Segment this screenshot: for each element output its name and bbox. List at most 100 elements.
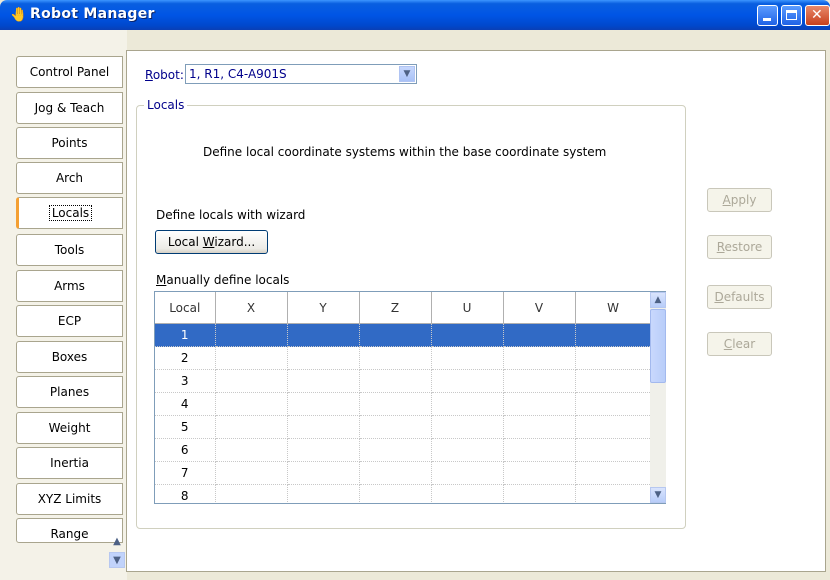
cell-x[interactable] <box>215 438 288 462</box>
tab-scroll-down-button[interactable]: ▼ <box>109 552 125 568</box>
row-local-number[interactable]: 2 <box>155 346 216 370</box>
tab-scroll-up-button[interactable]: ▲ <box>109 534 125 550</box>
cell-z[interactable] <box>359 369 432 393</box>
tab-ecp[interactable]: ECP <box>16 305 123 337</box>
cell-y[interactable] <box>287 484 360 503</box>
cell-w[interactable] <box>575 415 652 439</box>
tab-weight[interactable]: Weight <box>16 412 123 444</box>
column-header-y[interactable]: Y <box>287 292 360 324</box>
robot-select[interactable]: 1, R1, C4-A901S ▼ <box>185 64 417 84</box>
tab-arms[interactable]: Arms <box>16 270 123 302</box>
row-local-number[interactable]: 7 <box>155 461 216 485</box>
row-local-number[interactable]: 5 <box>155 415 216 439</box>
cell-u[interactable] <box>431 346 504 370</box>
cell-z[interactable] <box>359 484 432 503</box>
maximize-button[interactable] <box>781 5 802 26</box>
cell-v[interactable] <box>503 369 576 393</box>
scroll-up-icon[interactable]: ▲ <box>650 292 666 308</box>
table-row[interactable]: 2 <box>155 346 652 370</box>
tab-arch[interactable]: Arch <box>16 162 123 194</box>
cell-x[interactable] <box>215 484 288 503</box>
cell-z[interactable] <box>359 415 432 439</box>
column-header-z[interactable]: Z <box>359 292 432 324</box>
cell-u[interactable] <box>431 323 504 347</box>
cell-w[interactable] <box>575 484 652 503</box>
tab-range[interactable]: Range <box>16 518 123 543</box>
cell-w[interactable] <box>575 346 652 370</box>
cell-y[interactable] <box>287 438 360 462</box>
tab-points[interactable]: Points <box>16 127 123 159</box>
tab-tools[interactable]: Tools <box>16 234 123 266</box>
cell-y[interactable] <box>287 392 360 416</box>
cell-z[interactable] <box>359 461 432 485</box>
cell-z[interactable] <box>359 323 432 347</box>
cell-y[interactable] <box>287 461 360 485</box>
cell-v[interactable] <box>503 346 576 370</box>
local-wizard-button[interactable]: Local Wizard... <box>155 230 268 254</box>
tab-boxes[interactable]: Boxes <box>16 341 123 373</box>
cell-w[interactable] <box>575 438 652 462</box>
apply-button[interactable]: Apply <box>707 188 772 212</box>
cell-u[interactable] <box>431 415 504 439</box>
tab-jog-teach[interactable]: Jog & Teach <box>16 92 123 124</box>
cell-w[interactable] <box>575 369 652 393</box>
cell-v[interactable] <box>503 484 576 503</box>
cell-v[interactable] <box>503 438 576 462</box>
tab-control-panel[interactable]: Control Panel <box>16 56 123 88</box>
cell-x[interactable] <box>215 346 288 370</box>
cell-y[interactable] <box>287 323 360 347</box>
clear-button[interactable]: Clear <box>707 332 772 356</box>
cell-y[interactable] <box>287 346 360 370</box>
cell-x[interactable] <box>215 369 288 393</box>
table-row[interactable]: 8 <box>155 484 652 503</box>
defaults-button[interactable]: Defaults <box>707 285 772 309</box>
chevron-down-icon[interactable]: ▼ <box>399 66 415 82</box>
cell-x[interactable] <box>215 392 288 416</box>
table-row[interactable]: 4 <box>155 392 652 416</box>
cell-z[interactable] <box>359 438 432 462</box>
cell-z[interactable] <box>359 346 432 370</box>
cell-v[interactable] <box>503 461 576 485</box>
column-header-local[interactable]: Local <box>155 292 216 324</box>
row-local-number[interactable]: 3 <box>155 369 216 393</box>
table-row[interactable]: 3 <box>155 369 652 393</box>
cell-u[interactable] <box>431 461 504 485</box>
cell-x[interactable] <box>215 415 288 439</box>
tab-inertia[interactable]: Inertia <box>16 447 123 479</box>
cell-y[interactable] <box>287 415 360 439</box>
row-local-number[interactable]: 8 <box>155 484 216 503</box>
tab-locals[interactable]: Locals <box>16 197 123 229</box>
tab-planes[interactable]: Planes <box>16 376 123 408</box>
restore-button[interactable]: Restore <box>707 235 772 259</box>
cell-u[interactable] <box>431 438 504 462</box>
table-row[interactable]: 6 <box>155 438 652 462</box>
column-header-x[interactable]: X <box>215 292 288 324</box>
table-row[interactable]: 7 <box>155 461 652 485</box>
column-header-w[interactable]: W <box>575 292 652 324</box>
table-row[interactable]: 5 <box>155 415 652 439</box>
scroll-down-icon[interactable]: ▼ <box>650 487 666 503</box>
locals-grid[interactable]: Local X Y Z U V W 12345678 <box>154 291 666 504</box>
scroll-thumb[interactable] <box>650 309 666 383</box>
cell-u[interactable] <box>431 484 504 503</box>
table-row[interactable]: 1 <box>155 323 652 347</box>
cell-u[interactable] <box>431 369 504 393</box>
column-header-v[interactable]: V <box>503 292 576 324</box>
cell-w[interactable] <box>575 461 652 485</box>
cell-x[interactable] <box>215 323 288 347</box>
close-button[interactable]: ✕ <box>805 5 830 26</box>
row-local-number[interactable]: 6 <box>155 438 216 462</box>
cell-v[interactable] <box>503 415 576 439</box>
tab-xyz-limits[interactable]: XYZ Limits <box>16 483 123 515</box>
cell-z[interactable] <box>359 392 432 416</box>
minimize-button[interactable] <box>757 5 778 26</box>
grid-scrollbar[interactable]: ▲ ▼ <box>650 292 666 503</box>
cell-v[interactable] <box>503 323 576 347</box>
column-header-u[interactable]: U <box>431 292 504 324</box>
row-local-number[interactable]: 1 <box>155 323 216 347</box>
cell-y[interactable] <box>287 369 360 393</box>
cell-w[interactable] <box>575 323 652 347</box>
cell-x[interactable] <box>215 461 288 485</box>
cell-w[interactable] <box>575 392 652 416</box>
row-local-number[interactable]: 4 <box>155 392 216 416</box>
